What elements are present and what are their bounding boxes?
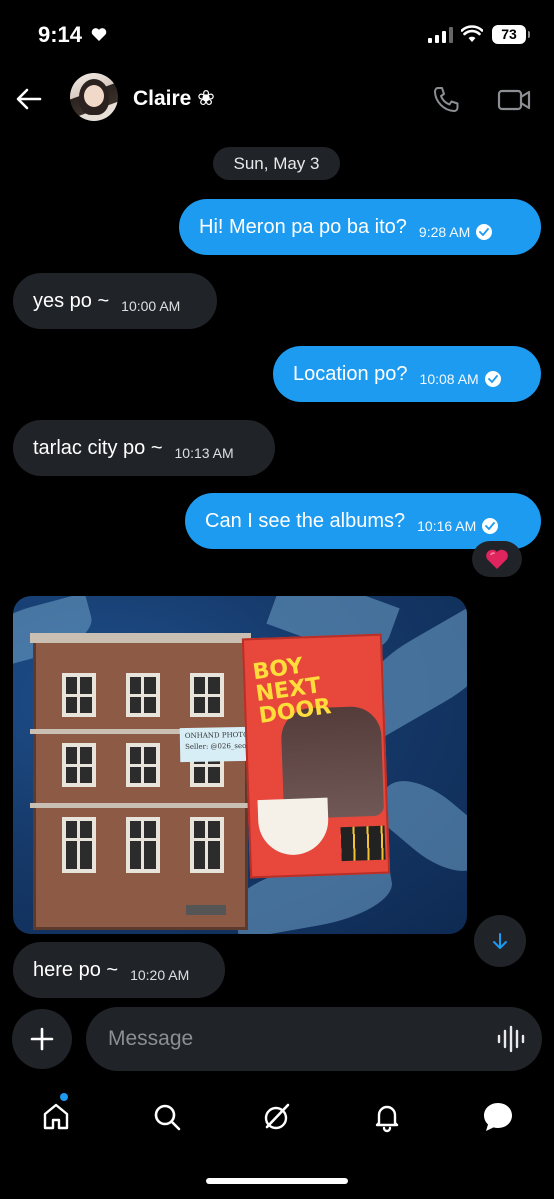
message-bubble[interactable]: Location po? 10:08 AM bbox=[273, 346, 541, 402]
heart-reaction-icon bbox=[486, 549, 508, 569]
notification-dot bbox=[60, 1093, 68, 1101]
video-call-icon[interactable] bbox=[496, 84, 532, 116]
message-bubble[interactable]: Hi! Meron pa po ba ito? 9:28 AM bbox=[179, 199, 541, 255]
voice-message-icon[interactable] bbox=[496, 1025, 526, 1053]
back-arrow-icon bbox=[16, 88, 42, 110]
bell-icon bbox=[375, 1105, 399, 1133]
back-button[interactable] bbox=[14, 84, 44, 114]
message-time: 10:13 AM bbox=[174, 445, 234, 461]
chat-header: Claire ❀ bbox=[0, 70, 554, 130]
nav-home[interactable] bbox=[38, 1099, 74, 1135]
grok-icon bbox=[264, 1103, 290, 1130]
album-building-cover bbox=[30, 633, 251, 930]
plus-icon bbox=[30, 1027, 54, 1051]
search-icon bbox=[154, 1104, 181, 1131]
cellular-signal-icon bbox=[428, 27, 453, 43]
message-text: yes po ~ bbox=[33, 289, 110, 312]
avatar[interactable] bbox=[70, 73, 118, 121]
message-bubble[interactable]: yes po ~ 10:00 AM bbox=[13, 273, 217, 329]
read-check-icon bbox=[484, 371, 501, 387]
album-title: BOY NEXT DOOR bbox=[251, 653, 333, 729]
message-reaction[interactable] bbox=[472, 541, 522, 577]
bottom-nav bbox=[0, 1085, 554, 1149]
message-time: 10:08 AM bbox=[419, 371, 479, 387]
message-text: Hi! Meron pa po ba ito? bbox=[199, 215, 407, 238]
contact-name[interactable]: Claire ❀ bbox=[133, 86, 215, 111]
home-icon bbox=[43, 1103, 69, 1130]
nav-messages[interactable] bbox=[480, 1099, 516, 1135]
message-time: 10:20 AM bbox=[130, 967, 190, 983]
message-input[interactable] bbox=[86, 1007, 542, 1071]
status-bar: 9:14 73 bbox=[0, 0, 554, 70]
message-text: tarlac city po ~ bbox=[33, 436, 163, 459]
photo-message[interactable]: ONHAND PHOTO PROOF Seller: @026_seoulcut… bbox=[13, 596, 467, 934]
message-bubble[interactable]: tarlac city po ~ 10:13 AM bbox=[13, 420, 275, 476]
add-attachment-button[interactable] bbox=[12, 1009, 72, 1069]
messages-icon bbox=[484, 1103, 512, 1131]
battery-indicator: 73 bbox=[492, 25, 530, 44]
nav-search[interactable] bbox=[149, 1099, 185, 1135]
scroll-to-bottom-button[interactable] bbox=[474, 915, 526, 967]
message-text: here po ~ bbox=[33, 958, 119, 981]
heart-icon bbox=[91, 28, 107, 41]
message-time: 9:28 AM bbox=[418, 224, 471, 240]
nav-grok[interactable] bbox=[259, 1099, 295, 1135]
message-text: Location po? bbox=[293, 362, 408, 385]
message-text: Can I see the albums? bbox=[205, 509, 406, 532]
message-time: 10:16 AM bbox=[417, 518, 477, 534]
nav-notifications[interactable] bbox=[369, 1099, 405, 1135]
wifi-icon bbox=[461, 25, 483, 42]
album-cereal-cover: BOY NEXT DOOR bbox=[241, 633, 391, 879]
message-time: 10:00 AM bbox=[121, 298, 181, 314]
read-check-icon bbox=[476, 224, 493, 240]
arrow-down-icon bbox=[493, 933, 507, 949]
date-separator: Sun, May 3 bbox=[213, 147, 340, 180]
read-check-icon bbox=[482, 518, 499, 534]
home-indicator bbox=[206, 1178, 348, 1184]
voice-call-icon[interactable] bbox=[430, 84, 462, 116]
message-bubble[interactable]: here po ~ 10:20 AM bbox=[13, 942, 225, 998]
status-time: 9:14 bbox=[38, 22, 83, 47]
